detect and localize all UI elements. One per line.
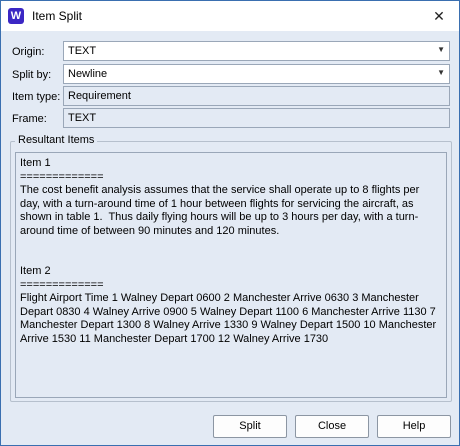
item-split-dialog: W Item Split ✕ Origin: TEXT ▼ Split by: … (0, 0, 460, 446)
item-title: Item 1 (20, 157, 51, 169)
chevron-down-icon: ▼ (437, 45, 445, 54)
split-by-value: Newline (68, 68, 108, 80)
origin-dropdown[interactable]: TEXT ▼ (63, 41, 450, 61)
title-bar: W Item Split ✕ (1, 1, 459, 31)
window-title: Item Split (32, 9, 83, 23)
origin-value: TEXT (68, 45, 97, 57)
item-title: Item 2 (20, 265, 51, 277)
frame-label: Frame: (12, 113, 47, 125)
item-type-field: Requirement (63, 86, 450, 106)
resultant-items-label: Resultant Items (15, 134, 98, 146)
close-button[interactable]: Close (295, 415, 369, 438)
frame-field: TEXT (63, 108, 450, 128)
close-window-button[interactable]: ✕ (419, 1, 459, 31)
split-button[interactable]: Split (213, 415, 287, 438)
split-by-label: Split by: (12, 69, 52, 81)
item-separator: ============= (20, 170, 104, 183)
result-item: Item 1 ============= The cost benefit an… (20, 157, 442, 238)
help-button[interactable]: Help (377, 415, 451, 438)
item-separator: ============= (20, 278, 104, 291)
result-item: Item 2 ============= Flight Airport Time… (20, 265, 442, 346)
chevron-down-icon: ▼ (437, 68, 445, 77)
item-body: Flight Airport Time 1 Walney Depart 0600… (20, 292, 439, 345)
app-icon: W (8, 8, 24, 24)
origin-label: Origin: (12, 46, 45, 58)
split-by-dropdown[interactable]: Newline ▼ (63, 64, 450, 84)
item-type-label: Item type: (12, 91, 61, 103)
item-body: The cost benefit analysis assumes that t… (20, 184, 423, 237)
resultant-items-text[interactable]: Item 1 ============= The cost benefit an… (15, 152, 447, 398)
